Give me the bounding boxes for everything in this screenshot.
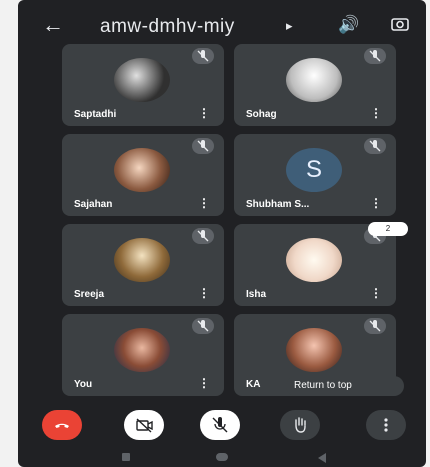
participant-name: KA bbox=[246, 379, 261, 390]
participant-name: Sajahan bbox=[74, 199, 113, 210]
meeting-code[interactable]: amw-dmhv-miy bbox=[100, 16, 235, 38]
end-call-button[interactable] bbox=[42, 410, 82, 440]
mic-off-icon bbox=[192, 318, 214, 334]
home-icon[interactable] bbox=[216, 453, 228, 461]
participant-name: Saptadhi bbox=[74, 109, 117, 120]
more-vertical-icon[interactable]: ⋮ bbox=[198, 196, 210, 210]
recents-icon[interactable] bbox=[122, 453, 130, 461]
avatar bbox=[114, 328, 170, 372]
avatar bbox=[286, 58, 342, 102]
avatar bbox=[114, 148, 170, 192]
more-vertical-icon[interactable]: ⋮ bbox=[198, 286, 210, 300]
back-arrow-icon[interactable]: ← bbox=[42, 12, 64, 38]
participant-name: Shubham S... bbox=[246, 199, 310, 210]
mic-off-icon bbox=[192, 48, 214, 64]
participant-tile[interactable]: Isha ⋮ bbox=[234, 224, 396, 306]
camera-toggle-button[interactable] bbox=[124, 410, 164, 440]
more-vertical-icon[interactable]: ⋮ bbox=[370, 286, 382, 300]
participant-name: You bbox=[74, 379, 93, 390]
raise-hand-button[interactable] bbox=[280, 410, 320, 440]
camera-off-icon bbox=[136, 418, 153, 433]
participant-tile[interactable]: You ⋮ bbox=[62, 314, 224, 396]
participant-tile[interactable]: Sajahan ⋮ bbox=[62, 134, 224, 216]
hand-icon bbox=[295, 417, 306, 433]
mic-toggle-button[interactable] bbox=[200, 410, 240, 440]
participant-tile[interactable]: Saptadhi ⋮ bbox=[62, 44, 224, 126]
back-icon[interactable] bbox=[318, 453, 326, 463]
chevron-right-icon[interactable]: ▸ bbox=[286, 18, 293, 34]
participant-tile[interactable]: Sreeja ⋮ bbox=[62, 224, 224, 306]
avatar bbox=[286, 238, 342, 282]
mic-off-icon bbox=[364, 318, 386, 334]
participant-tile[interactable]: S Shubham S... ⋮ bbox=[234, 134, 396, 216]
more-vertical-icon[interactable]: ⋮ bbox=[198, 106, 210, 120]
avatar bbox=[286, 328, 342, 372]
speaker-icon[interactable]: 🔊 bbox=[338, 15, 359, 35]
phone-hangup-icon bbox=[55, 423, 69, 428]
mic-off-icon bbox=[364, 48, 386, 64]
more-options-button[interactable] bbox=[366, 410, 406, 440]
mic-off-icon bbox=[192, 228, 214, 244]
mic-off-icon bbox=[364, 138, 386, 154]
participant-tile[interactable]: Sohag ⋮ bbox=[234, 44, 396, 126]
camera-switch-icon[interactable] bbox=[390, 14, 410, 34]
mic-off-icon bbox=[212, 417, 228, 433]
participant-name: Isha bbox=[246, 289, 267, 300]
more-vertical-icon[interactable]: ⋮ bbox=[370, 196, 382, 210]
system-nav-bar bbox=[18, 448, 426, 467]
avatar bbox=[114, 58, 170, 102]
return-to-top-button[interactable]: Return to top bbox=[286, 376, 404, 396]
scroll-indicator[interactable]: 2 bbox=[368, 222, 408, 236]
more-vertical-icon bbox=[384, 418, 388, 432]
meet-screen: ← amw-dmhv-miy ▸ 🔊 Saptadhi ⋮ Sohag ⋮ Sa… bbox=[18, 0, 426, 467]
more-vertical-icon[interactable]: ⋮ bbox=[198, 376, 210, 390]
participant-name: Sreeja bbox=[74, 289, 105, 300]
mic-off-icon bbox=[192, 138, 214, 154]
avatar-initial: S bbox=[286, 148, 342, 192]
participant-name: Sohag bbox=[246, 109, 277, 120]
more-vertical-icon[interactable]: ⋮ bbox=[370, 106, 382, 120]
avatar bbox=[114, 238, 170, 282]
